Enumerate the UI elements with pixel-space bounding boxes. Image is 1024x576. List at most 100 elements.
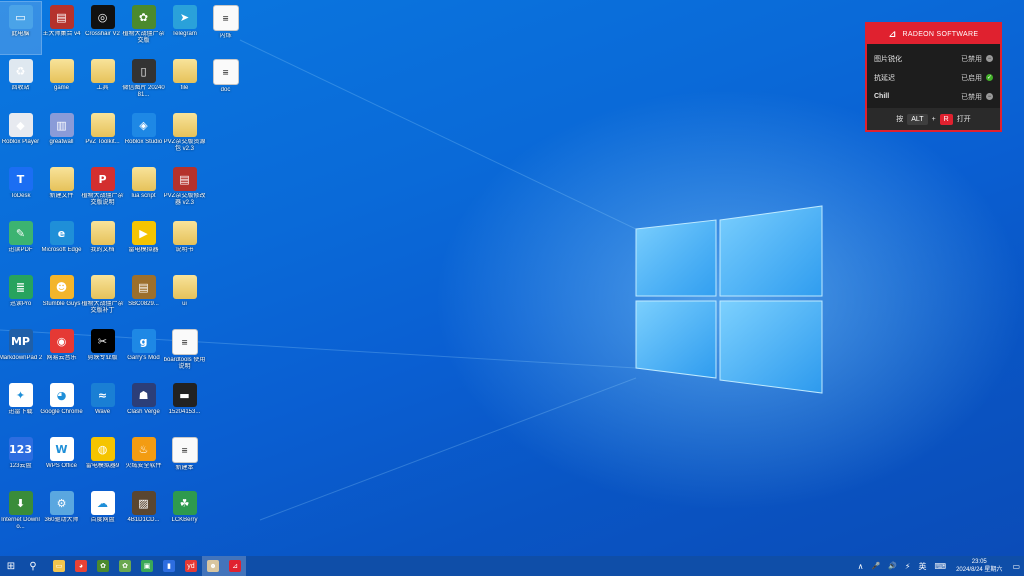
green-app-icon: ✎ bbox=[8, 221, 33, 245]
desktop-shortcut[interactable]: ▬ 15204153... bbox=[164, 380, 205, 432]
desktop-shortcut-label: 植物大战僵尸杂交版补丁 bbox=[81, 301, 124, 314]
taskbar-app-radeon[interactable]: ⊿ bbox=[224, 556, 246, 576]
desktop-shortcut[interactable]: 新建文件 bbox=[41, 164, 82, 216]
winrar-icon: ▤ bbox=[131, 275, 156, 299]
desktop-shortcut[interactable]: 植物大战僵尸杂交版补丁 bbox=[81, 272, 124, 324]
desktop-shortcut[interactable]: PvZ Toolkit... bbox=[82, 110, 123, 162]
desktop-shortcut[interactable]: 我的文档 bbox=[82, 218, 123, 270]
desktop-shortcut-label: Clash Verge bbox=[127, 409, 160, 415]
wave-icon: ≈ bbox=[90, 383, 115, 407]
desktop-shortcut[interactable]: ✂ 剪映专业版 bbox=[82, 326, 123, 378]
desktop-shortcut-label: 王大师集合 v4 bbox=[42, 31, 81, 37]
desktop-shortcut[interactable]: ▥ greatwall bbox=[41, 110, 82, 162]
desktop-shortcut[interactable]: lua script bbox=[123, 164, 164, 216]
archive-icon: ▥ bbox=[49, 113, 74, 137]
desktop-shortcut[interactable]: g Garry's Mod bbox=[123, 326, 164, 378]
desktop-shortcut[interactable]: ≡ 闪烁 bbox=[205, 2, 246, 54]
desktop-shortcut[interactable]: ≡ doc bbox=[205, 56, 246, 108]
desktop-shortcut[interactable]: ◉ 网易云音乐 bbox=[41, 326, 82, 378]
radeon-row-chill[interactable]: Chill 已禁用 − bbox=[867, 87, 1000, 106]
desktop-shortcut-label: boardtools 使用说明 bbox=[163, 357, 206, 370]
folder-icon bbox=[172, 113, 197, 137]
system-tray: ∧ 🎤 🔊 ⚡ 英 ⌨ 23:05 2024/8/24 星期六 ▭ bbox=[854, 556, 1024, 576]
taskbar-app-file-explorer[interactable]: ▭ bbox=[48, 556, 70, 576]
desktop-shortcut[interactable]: ➤ Telegram bbox=[164, 2, 205, 54]
desktop-shortcut[interactable]: ≡ boardtools 使用说明 bbox=[164, 326, 205, 378]
desktop-shortcut[interactable]: ▶ 雷电模拟器 bbox=[123, 218, 164, 270]
driver-master-icon: ⚙ bbox=[49, 491, 74, 515]
desktop-shortcut[interactable]: ▤ SBC0829... bbox=[123, 272, 164, 324]
baidu-netdisk-icon: ☁ bbox=[90, 491, 115, 515]
desktop-shortcut[interactable]: ◎ Crosshair V2 bbox=[82, 2, 123, 54]
network-icon[interactable]: ⚡ bbox=[905, 562, 911, 571]
start-button[interactable]: ⊞ bbox=[0, 556, 22, 576]
folder-icon bbox=[90, 59, 115, 83]
desktop-shortcut[interactable]: ☻ Stumble Guys bbox=[41, 272, 82, 324]
microphone-icon[interactable]: 🎤 bbox=[871, 562, 880, 570]
desktop-shortcut[interactable]: ♨ 火绒安全软件 bbox=[123, 434, 164, 486]
taskbar-app-youdao[interactable]: yd bbox=[180, 556, 202, 576]
desktop-shortcut[interactable]: 工具 bbox=[82, 56, 123, 108]
desktop-shortcut[interactable]: PVZ杂交版资源包 v2.3 bbox=[164, 110, 205, 162]
desktop-shortcut[interactable]: ≣ 迅读Pro bbox=[0, 272, 41, 324]
desktop-shortcut[interactable]: ◍ 雷电模拟器9 bbox=[82, 434, 123, 486]
desktop-shortcut[interactable]: ◆ Roblox Player bbox=[0, 110, 41, 162]
desktop-shortcut[interactable]: e Microsoft Edge bbox=[41, 218, 82, 270]
desktop-shortcut-label: Crosshair V2 bbox=[85, 31, 120, 37]
desktop-shortcut-label: 说明书 bbox=[175, 247, 194, 253]
desktop-shortcut[interactable]: ☘ LCKBerry bbox=[164, 488, 205, 540]
notification-center-icon[interactable]: ▭ bbox=[1012, 562, 1020, 571]
desktop-shortcut[interactable]: ✦ 迅雷下载 bbox=[0, 380, 41, 432]
show-hidden-icons-chevron-icon[interactable]: ∧ bbox=[858, 562, 864, 571]
desktop-shortcut[interactable]: ui bbox=[164, 272, 205, 324]
desktop-shortcut[interactable]: ✎ 迅读PDF bbox=[0, 218, 41, 270]
taskbar-app-pvz-game[interactable]: ✿ bbox=[92, 556, 114, 576]
winrar-icon: ▤ bbox=[49, 5, 74, 29]
roblox-icon: ◆ bbox=[8, 113, 33, 137]
desktop-shortcut[interactable]: ▭ 此电脑 bbox=[0, 1, 42, 55]
taskbar-app-plants-game[interactable]: ✿ bbox=[114, 556, 136, 576]
desktop-shortcut[interactable]: W WPS Office bbox=[41, 434, 82, 486]
edge-icon: e bbox=[49, 221, 74, 245]
desktop-shortcut[interactable]: file bbox=[164, 56, 205, 108]
radeon-row-anti-lag[interactable]: 抗延迟 已启用 ✓ bbox=[867, 68, 1000, 87]
desktop-shortcut[interactable]: ☗ Clash Verge bbox=[123, 380, 164, 432]
desktop-shortcut[interactable]: game bbox=[41, 56, 82, 108]
taskbar-app-chrome[interactable]: ◕ bbox=[70, 556, 92, 576]
desktop-shortcut[interactable]: ▨ 4B1D1CD... bbox=[123, 488, 164, 540]
desktop-shortcut-label: 回收站 bbox=[11, 85, 30, 91]
desktop-shortcut[interactable]: ♻ 回收站 bbox=[0, 56, 41, 108]
image-viewer-icon: ▣ bbox=[141, 560, 153, 572]
text-file-icon: ≡ bbox=[171, 437, 198, 463]
desktop-shortcut[interactable]: ☁ 百度网盘 bbox=[82, 488, 123, 540]
desktop-shortcut[interactable]: P 植物大战僵尸杂交版说明 bbox=[81, 164, 124, 216]
desktop-shortcut[interactable]: ⬇ Internet Downlo... bbox=[0, 488, 41, 540]
taskbar-app-player-app[interactable]: ☻ bbox=[202, 556, 224, 576]
desktop-shortcut[interactable]: ▯ 微信图片 2024081... bbox=[122, 56, 165, 108]
desktop-shortcut[interactable]: 123 123云盘 bbox=[0, 434, 41, 486]
keyboard-icon[interactable]: ⌨ bbox=[935, 562, 947, 571]
desktop-shortcut-label: Microsoft Edge bbox=[41, 247, 82, 253]
desktop-shortcut[interactable]: ✿ 植物大战僵尸杂交版 bbox=[122, 2, 165, 54]
desktop-shortcut[interactable]: ▤ PVZ杂交版修改器 v2.3 bbox=[164, 164, 205, 216]
taskbar-app-stats-app[interactable]: ▮ bbox=[158, 556, 180, 576]
desktop-shortcut[interactable]: ≡ 新建本 bbox=[164, 434, 205, 486]
taskbar-app-image-viewer[interactable]: ▣ bbox=[136, 556, 158, 576]
taskbar-clock[interactable]: 23:05 2024/8/24 星期六 bbox=[956, 558, 1002, 574]
desktop-shortcut[interactable]: 说明书 bbox=[164, 218, 205, 270]
volume-icon[interactable]: 🔊 bbox=[888, 562, 897, 570]
radeon-row-image-sharpening[interactable]: 图片锐化 已禁用 − bbox=[867, 49, 1000, 68]
chrome-icon: ◕ bbox=[49, 383, 74, 407]
desktop-shortcut[interactable]: ⚙ 360驱动大师 bbox=[41, 488, 82, 540]
desktop-shortcut-label: 植物大战僵尸杂交版说明 bbox=[81, 193, 124, 206]
desktop-shortcut[interactable]: T ToDesk bbox=[0, 164, 41, 216]
desktop-shortcut-label: 火绒安全软件 bbox=[125, 463, 162, 469]
desktop-shortcut[interactable]: ≈ Wave bbox=[82, 380, 123, 432]
desktop-shortcut[interactable]: MP MarkdownPad 2 bbox=[0, 326, 42, 378]
input-method-indicator[interactable]: 英 bbox=[919, 561, 927, 572]
desktop-shortcut[interactable]: ◕ Google Chrome bbox=[40, 380, 83, 432]
desktop-shortcut[interactable]: ▤ 王大师集合 v4 bbox=[41, 2, 82, 54]
ldplayer9-icon: ◍ bbox=[90, 437, 115, 461]
desktop-shortcut[interactable]: ◈ Roblox Studio bbox=[123, 110, 164, 162]
search-button[interactable]: ⚲ bbox=[22, 556, 44, 576]
